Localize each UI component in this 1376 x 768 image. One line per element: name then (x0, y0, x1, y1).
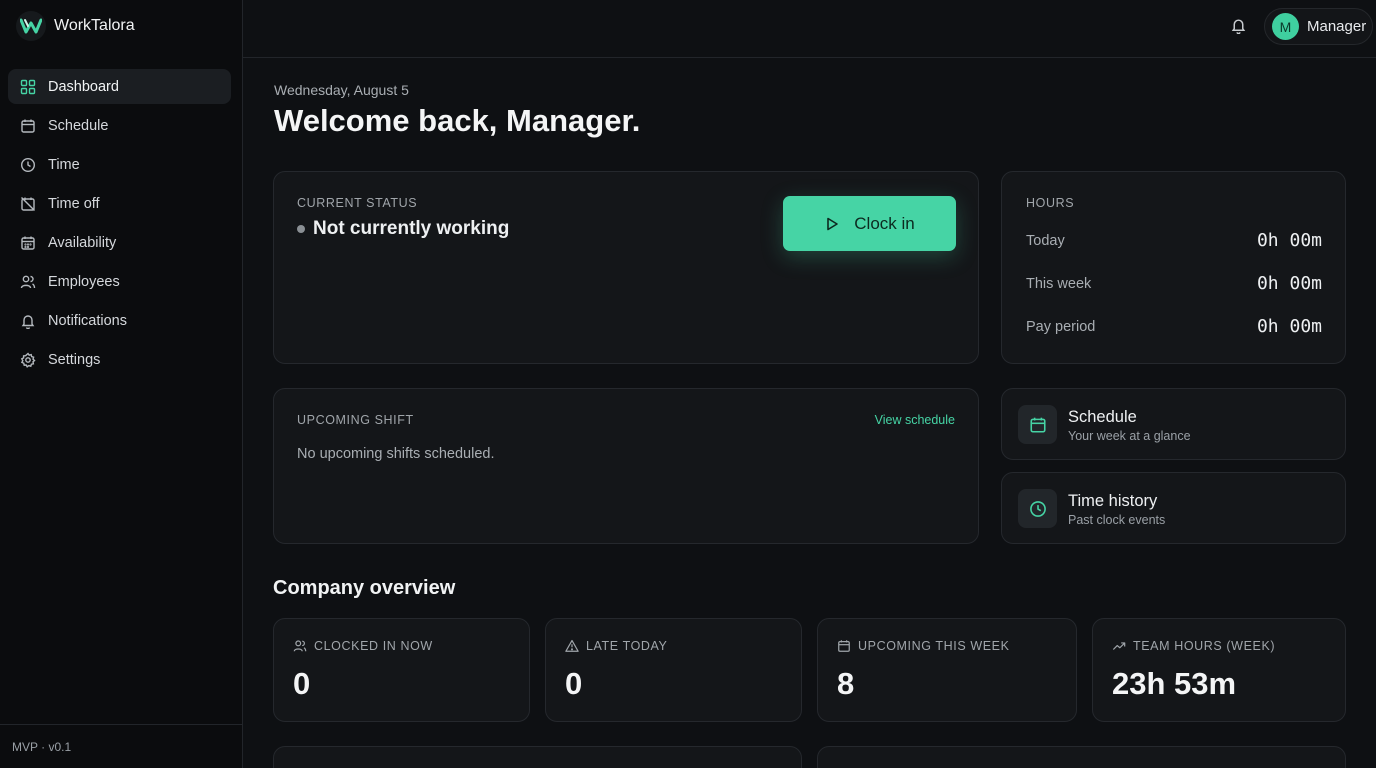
sidebar-item-label: Time (48, 156, 80, 173)
hours-row-today: Today 0h 00m (1026, 230, 1322, 251)
bottom-card-right (817, 746, 1346, 768)
view-schedule-link[interactable]: View schedule (875, 413, 955, 427)
user-menu-button[interactable]: M Manager (1264, 8, 1373, 45)
sidebar-item-label: Dashboard (48, 78, 119, 95)
stat-card-clocked-in: CLOCKED IN NOW 0 (273, 618, 530, 722)
time-history-link-card[interactable]: Time history Past clock events (1001, 472, 1346, 544)
stat-label: LATE TODAY (586, 639, 668, 653)
hours-row-pay-period: Pay period 0h 00m (1026, 316, 1322, 337)
bell-icon (20, 313, 36, 329)
current-date: Wednesday, August 5 (274, 82, 409, 98)
alert-triangle-icon (565, 639, 579, 653)
calendar-icon (837, 639, 851, 653)
stat-header: CLOCKED IN NOW (293, 639, 433, 653)
brand[interactable]: WorkTalora (16, 10, 135, 42)
stat-header: UPCOMING THIS WEEK (837, 639, 1010, 653)
hours-label: HOURS (1026, 196, 1075, 210)
sidebar-item-notifications[interactable]: Notifications (8, 303, 231, 338)
stat-card-late-today: LATE TODAY 0 (545, 618, 802, 722)
sidebar-item-label: Settings (48, 351, 101, 368)
worktalora-logo-icon (16, 11, 46, 41)
gear-icon (20, 351, 36, 368)
sidebar-item-employees[interactable]: Employees (8, 264, 231, 299)
clock-in-button[interactable]: Clock in (783, 196, 956, 251)
link-title: Time history (1068, 492, 1158, 510)
hours-row-value: 0h 00m (1256, 230, 1322, 251)
stat-value: 23h 53m (1112, 666, 1237, 701)
calendar-off-icon (20, 196, 36, 212)
company-overview-title: Company overview (273, 577, 456, 599)
trending-up-icon (1112, 639, 1126, 653)
sidebar-item-label: Employees (48, 273, 120, 290)
calendar-icon (1018, 405, 1057, 444)
sidebar-item-schedule[interactable]: Schedule (8, 108, 231, 143)
bell-icon[interactable] (1230, 17, 1247, 34)
version-label: MVP · v0.1 (0, 724, 242, 768)
stat-label: TEAM HOURS (WEEK) (1133, 639, 1276, 653)
stat-label: UPCOMING THIS WEEK (858, 639, 1010, 653)
hours-row-label: Today (1026, 232, 1065, 249)
sidebar-item-label: Time off (48, 195, 100, 212)
empty-state-text: No upcoming shifts scheduled. (297, 446, 495, 462)
play-icon (824, 216, 840, 232)
stat-card-team-hours: TEAM HOURS (WEEK) 23h 53m (1092, 618, 1346, 722)
sidebar-item-label: Availability (48, 234, 117, 251)
users-icon (293, 639, 307, 653)
app-name: WorkTalora (54, 17, 135, 34)
clock-icon (1018, 489, 1057, 528)
calendar-icon (20, 118, 36, 134)
sidebar-item-settings[interactable]: Settings (8, 342, 231, 377)
stat-value: 8 (837, 666, 855, 701)
user-name: Manager (1307, 18, 1367, 35)
sidebar-item-availability[interactable]: Availability (8, 225, 231, 260)
status-label: CURRENT STATUS (297, 196, 418, 210)
stat-value: 0 (293, 666, 311, 701)
status-row: Not currently working (297, 218, 509, 240)
sidebar-item-dashboard[interactable]: Dashboard (8, 69, 231, 104)
stat-header: TEAM HOURS (WEEK) (1112, 639, 1275, 653)
hours-row-value: 0h 00m (1256, 316, 1322, 337)
hours-row-value: 0h 00m (1256, 273, 1322, 294)
link-subtitle: Past clock events (1068, 513, 1166, 527)
sidebar-item-label: Schedule (48, 117, 109, 134)
clock-in-label: Clock in (854, 213, 915, 233)
stat-label: CLOCKED IN NOW (314, 639, 433, 653)
status-dot (297, 225, 305, 233)
top-bar: M Manager (243, 0, 1376, 58)
page-title: Welcome back, Manager. (274, 103, 641, 138)
stat-card-upcoming-week: UPCOMING THIS WEEK 8 (817, 618, 1077, 722)
schedule-link-card[interactable]: Schedule Your week at a glance (1001, 388, 1346, 460)
calendar-grid-icon (20, 235, 36, 251)
sidebar-nav: Dashboard Schedule Time Time off Availab… (8, 69, 231, 381)
sidebar: WorkTalora Dashboard Schedule Time Time … (0, 0, 243, 768)
sidebar-item-time-off[interactable]: Time off (8, 186, 231, 221)
bottom-card-left (273, 746, 802, 768)
upcoming-shift-card: UPCOMING SHIFT View schedule No upcoming… (273, 388, 979, 544)
grid-icon (20, 79, 36, 95)
stat-header: LATE TODAY (565, 639, 668, 653)
hours-row-week: This week 0h 00m (1026, 273, 1322, 294)
hours-row-label: Pay period (1026, 318, 1096, 335)
current-status-card: CURRENT STATUS Not currently working Clo… (273, 171, 979, 364)
sidebar-item-label: Notifications (48, 312, 127, 329)
link-title: Schedule (1068, 408, 1137, 426)
avatar: M (1272, 13, 1299, 40)
upcoming-label: UPCOMING SHIFT (297, 413, 414, 427)
hours-card: HOURS Today 0h 00m This week 0h 00m Pay … (1001, 171, 1346, 364)
users-icon (20, 274, 36, 290)
status-text: Not currently working (313, 218, 510, 239)
clock-icon (20, 157, 36, 173)
sidebar-item-time[interactable]: Time (8, 147, 231, 182)
link-subtitle: Your week at a glance (1068, 429, 1191, 443)
hours-row-label: This week (1026, 275, 1092, 292)
stat-value: 0 (565, 666, 583, 701)
